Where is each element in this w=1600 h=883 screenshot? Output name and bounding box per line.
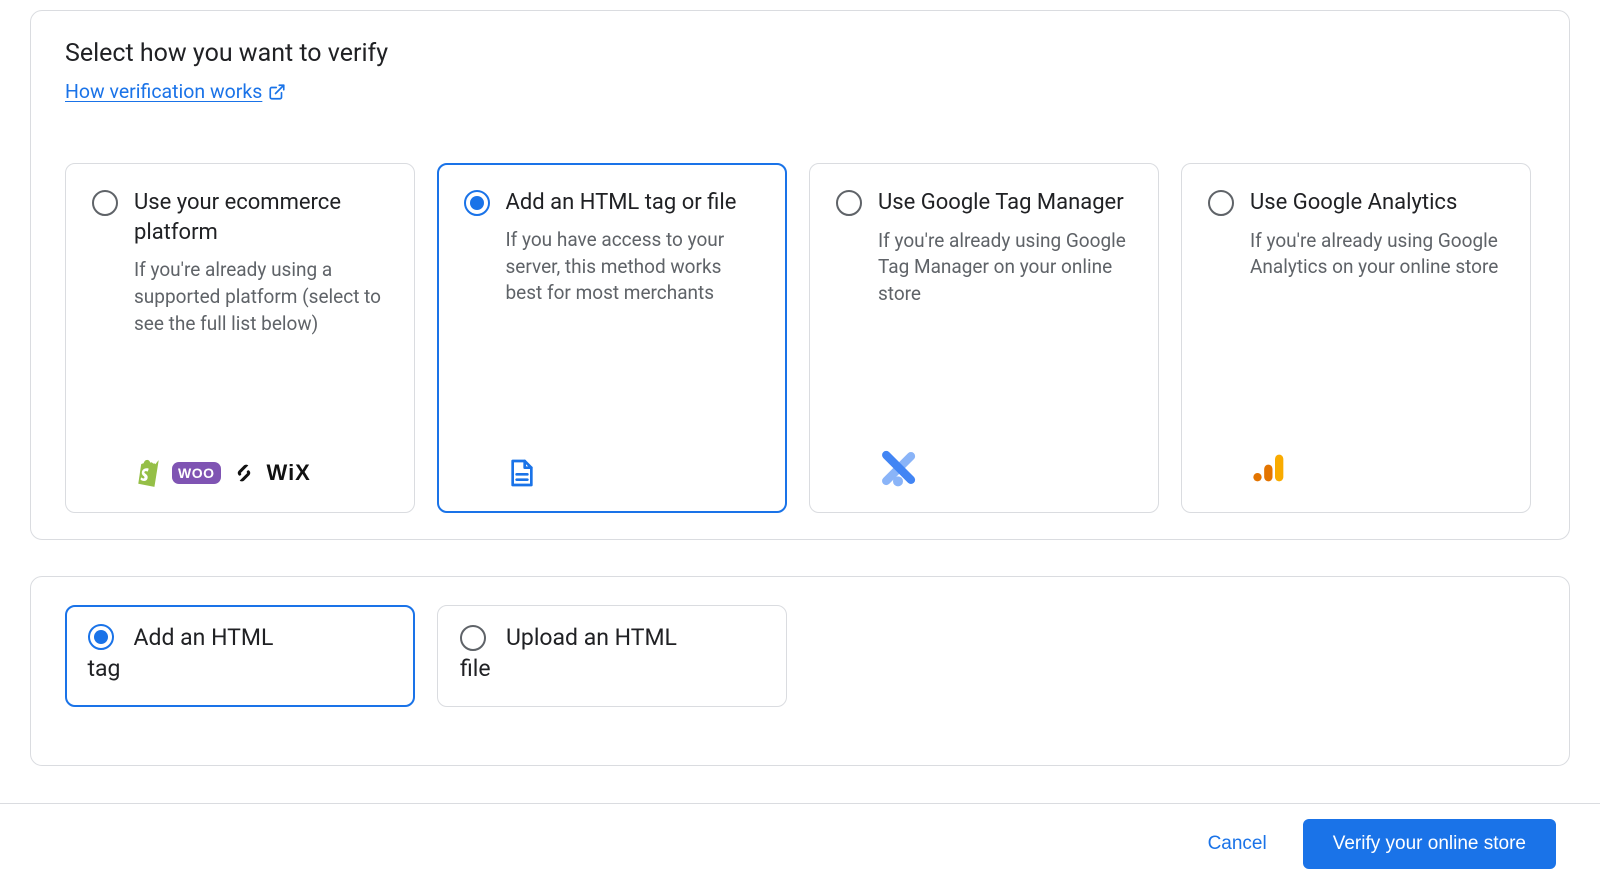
card-description: If you're already using Google Tag Manag… (878, 228, 1132, 308)
platform-logos: WOO WiX (134, 458, 388, 488)
external-link-icon (268, 83, 286, 101)
how-verification-works-link[interactable]: How verification works (65, 80, 286, 103)
sub-option-label-cont: file (460, 655, 764, 682)
google-tag-manager-icon (878, 448, 918, 488)
method-card-google-tag-manager[interactable]: Use Google Tag Manager If you're already… (809, 163, 1159, 513)
sub-option-row-inner: Upload an HTML (460, 624, 764, 651)
radio-icon (460, 625, 486, 651)
woocommerce-icon: WOO (172, 462, 221, 484)
radio-icon (92, 190, 118, 216)
card-body: Use Google Tag Manager If you're already… (878, 188, 1132, 488)
sub-option-upload-html-file[interactable]: Upload an HTML file (437, 605, 787, 707)
verify-button[interactable]: Verify your online store (1303, 819, 1556, 869)
method-card-google-analytics[interactable]: Use Google Analytics If you're already u… (1181, 163, 1531, 513)
panel-title: Select how you want to verify (65, 39, 1535, 68)
card-body: Use your ecommerce platform If you're al… (134, 188, 388, 488)
card-description: If you're already using a supported plat… (134, 257, 388, 337)
radio-icon (836, 190, 862, 216)
radio-icon (464, 190, 490, 216)
sub-option-row: Add an HTML tag Upload an HTML file (65, 605, 1535, 707)
sub-option-row-inner: Add an HTML (88, 624, 393, 651)
card-description: If you're already using Google Analytics… (1250, 228, 1504, 281)
shopify-icon (134, 458, 162, 488)
sub-option-label-cont: tag (88, 655, 393, 682)
card-title: Use Google Analytics (1250, 188, 1504, 218)
help-link-text: How verification works (65, 80, 262, 103)
card-icon-row (878, 448, 1132, 488)
document-icon (506, 457, 538, 489)
cancel-button[interactable]: Cancel (1202, 832, 1273, 856)
card-title: Use Google Tag Manager (878, 188, 1132, 218)
sub-option-label: Add an HTML (134, 624, 274, 651)
card-description: If you have access to your server, this … (506, 227, 761, 307)
squarespace-icon (231, 460, 257, 486)
card-icon-row (1250, 448, 1504, 488)
card-body: Add an HTML tag or file If you have acce… (506, 188, 761, 489)
card-title: Use your ecommerce platform (134, 188, 388, 247)
sub-option-add-html-tag[interactable]: Add an HTML tag (65, 605, 415, 707)
method-card-ecommerce-platform[interactable]: Use your ecommerce platform If you're al… (65, 163, 415, 513)
card-icon-row (506, 457, 761, 489)
sub-option-label: Upload an HTML (506, 624, 677, 651)
radio-icon (88, 624, 114, 650)
wix-icon: WiX (267, 460, 311, 486)
radio-icon (1208, 190, 1234, 216)
footer-action-bar: Cancel Verify your online store (0, 803, 1600, 883)
verification-method-panel: Select how you want to verify How verifi… (30, 10, 1570, 540)
method-cards-row: Use your ecommerce platform If you're al… (65, 163, 1535, 513)
card-body: Use Google Analytics If you're already u… (1250, 188, 1504, 488)
method-card-html-tag-or-file[interactable]: Add an HTML tag or file If you have acce… (437, 163, 787, 513)
card-title: Add an HTML tag or file (506, 188, 761, 218)
html-tag-or-file-subpanel: Add an HTML tag Upload an HTML file (30, 576, 1570, 766)
google-analytics-icon (1250, 448, 1290, 488)
